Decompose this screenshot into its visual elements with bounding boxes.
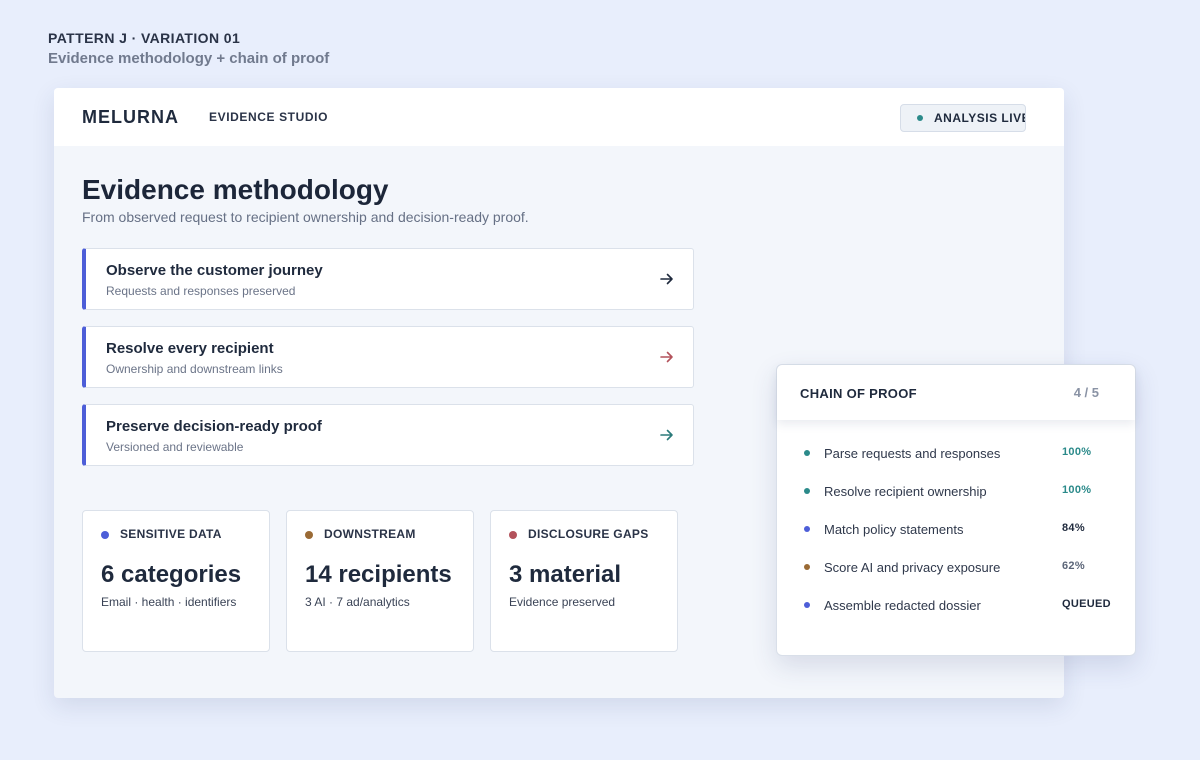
list-item[interactable]: Parse requests and responses 100% (777, 445, 1135, 465)
stat-card-downstream[interactable]: DOWNSTREAM 14 recipients 3 AI · 7 ad/ana… (286, 510, 474, 652)
task-label: Parse requests and responses (824, 446, 1001, 461)
step-title: Preserve decision-ready proof (106, 418, 322, 435)
task-label: Assemble redacted dossier (824, 598, 981, 613)
page-subtitle: From observed request to recipient owner… (82, 209, 529, 225)
category-dot-icon (101, 531, 109, 539)
stat-value: 6 categories (101, 561, 242, 588)
status-dot-icon (804, 526, 810, 532)
progress-count: 4 / 5 (1073, 385, 1099, 400)
list-item[interactable]: Score AI and privacy exposure 62% (777, 559, 1135, 579)
status-dot-icon (917, 115, 923, 121)
analysis-status-badge[interactable]: ANALYSIS LIVE (900, 104, 1026, 132)
status-dot-icon (804, 450, 810, 456)
list-item[interactable]: Assemble redacted dossier QUEUED (777, 597, 1135, 617)
stat-value: 3 material (509, 561, 622, 588)
status-dot-icon (804, 602, 810, 608)
nav-evidence-studio[interactable]: EVIDENCE STUDIO (209, 110, 328, 124)
top-bar: MELURNA EVIDENCE STUDIO ANALYSIS LIVE (54, 88, 1064, 146)
task-progress: 84% (1062, 522, 1085, 534)
list-item[interactable]: Resolve recipient ownership 100% (777, 483, 1135, 503)
status-dot-icon (804, 564, 810, 570)
task-label: Score AI and privacy exposure (824, 560, 1001, 575)
chain-of-proof-header[interactable]: CHAIN OF PROOF 4 / 5 (777, 365, 1135, 420)
stat-card-sensitive-data[interactable]: SENSITIVE DATA 6 categories Email · heal… (82, 510, 270, 652)
page-title: Evidence methodology (82, 174, 389, 205)
pattern-header: PATTERN J · VARIATION 01 Evidence method… (48, 30, 329, 67)
stat-detail: Email · health · identifiers (101, 595, 237, 609)
task-progress: 62% (1062, 560, 1085, 572)
step-description: Versioned and reviewable (106, 440, 244, 454)
category-dot-icon (509, 531, 517, 539)
stat-label: DISCLOSURE GAPS (528, 527, 649, 541)
pattern-title: PATTERN J · VARIATION 01 (48, 30, 241, 46)
step-description: Ownership and downstream links (106, 362, 283, 376)
pattern-subtitle: Evidence methodology + chain of proof (48, 50, 330, 67)
stat-detail: Evidence preserved (509, 595, 616, 609)
step-card-preserve[interactable]: Preserve decision-ready proof Versioned … (82, 404, 694, 466)
panel-title: CHAIN OF PROOF (800, 386, 917, 401)
stat-label: SENSITIVE DATA (120, 527, 222, 541)
arrow-right-icon[interactable] (659, 271, 675, 287)
step-card-observe[interactable]: Observe the customer journey Requests an… (82, 248, 694, 310)
task-progress: QUEUED (1062, 598, 1111, 610)
step-description: Requests and responses preserved (106, 284, 296, 298)
list-item[interactable]: Match policy statements 84% (777, 521, 1135, 541)
chain-of-proof-panel: CHAIN OF PROOF 4 / 5 Parse requests and … (776, 364, 1136, 656)
stat-label: DOWNSTREAM (324, 527, 416, 541)
arrow-right-icon[interactable] (659, 427, 675, 443)
task-progress: 100% (1062, 484, 1092, 496)
brand-logo[interactable]: MELURNA (82, 107, 179, 128)
step-title: Observe the customer journey (106, 262, 323, 279)
category-dot-icon (305, 531, 313, 539)
step-title: Resolve every recipient (106, 340, 274, 357)
step-card-resolve[interactable]: Resolve every recipient Ownership and do… (82, 326, 694, 388)
stat-card-disclosure-gaps[interactable]: DISCLOSURE GAPS 3 material Evidence pres… (490, 510, 678, 652)
status-label: ANALYSIS LIVE (934, 111, 1026, 125)
status-dot-icon (804, 488, 810, 494)
task-label: Resolve recipient ownership (824, 484, 987, 499)
stat-detail: 3 AI · 7 ad/analytics (305, 595, 410, 609)
task-label: Match policy statements (824, 522, 964, 537)
stat-value: 14 recipients (305, 561, 452, 588)
arrow-right-icon[interactable] (659, 349, 675, 365)
task-progress: 100% (1062, 446, 1092, 458)
